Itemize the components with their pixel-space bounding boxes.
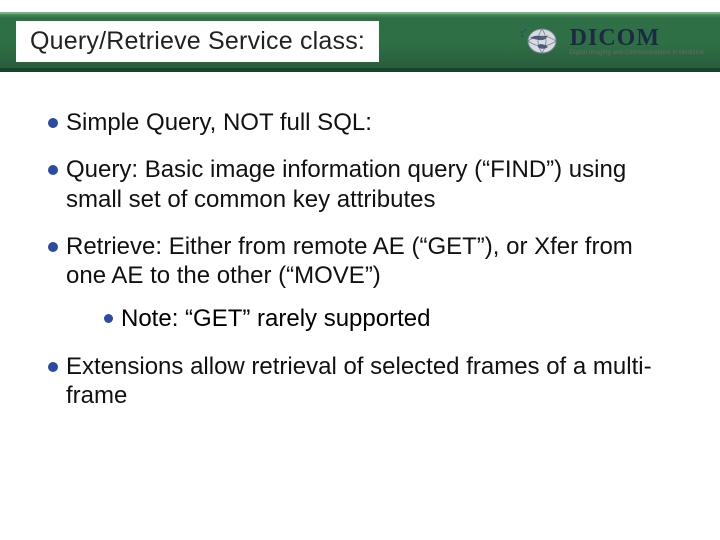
bullet-text: Query: Basic image information query (“F… xyxy=(66,155,676,214)
bullet-dot-icon xyxy=(48,242,58,252)
bullet-item: Retrieve: Either from remote AE (“GET”),… xyxy=(48,232,676,291)
bullet-item: Query: Basic image information query (“F… xyxy=(48,155,676,214)
bullet-dot-icon xyxy=(104,314,113,323)
header-band: Query/Retrieve Service class: DICOM Digi… xyxy=(0,12,720,72)
sub-bullet-item: Note: “GET” rarely supported xyxy=(104,304,676,333)
bullet-text: Simple Query, NOT full SQL: xyxy=(66,108,676,137)
bullet-dot-icon xyxy=(48,118,58,128)
bullet-text: Retrieve: Either from remote AE (“GET”),… xyxy=(66,232,676,291)
logo-name: DICOM xyxy=(570,26,704,50)
slide: Query/Retrieve Service class: DICOM Digi… xyxy=(0,0,720,540)
globe-icon xyxy=(520,26,564,56)
bullet-text: Extensions allow retrieval of selected f… xyxy=(66,352,676,411)
bullet-dot-icon xyxy=(48,362,58,372)
dicom-logo: DICOM Digital Imaging and Communications… xyxy=(520,26,704,56)
content-area: Simple Query, NOT full SQL: Query: Basic… xyxy=(48,108,676,428)
bullet-dot-icon xyxy=(48,165,58,175)
logo-text: DICOM Digital Imaging and Communications… xyxy=(570,26,704,56)
bullet-item: Extensions allow retrieval of selected f… xyxy=(48,352,676,411)
slide-title-text: Query/Retrieve Service class: xyxy=(30,27,365,55)
slide-title: Query/Retrieve Service class: xyxy=(16,21,379,62)
bullet-item: Simple Query, NOT full SQL: xyxy=(48,108,676,137)
sub-bullet-text: Note: “GET” rarely supported xyxy=(121,304,430,333)
logo-tagline: Digital Imaging and Communications in Me… xyxy=(570,50,704,56)
